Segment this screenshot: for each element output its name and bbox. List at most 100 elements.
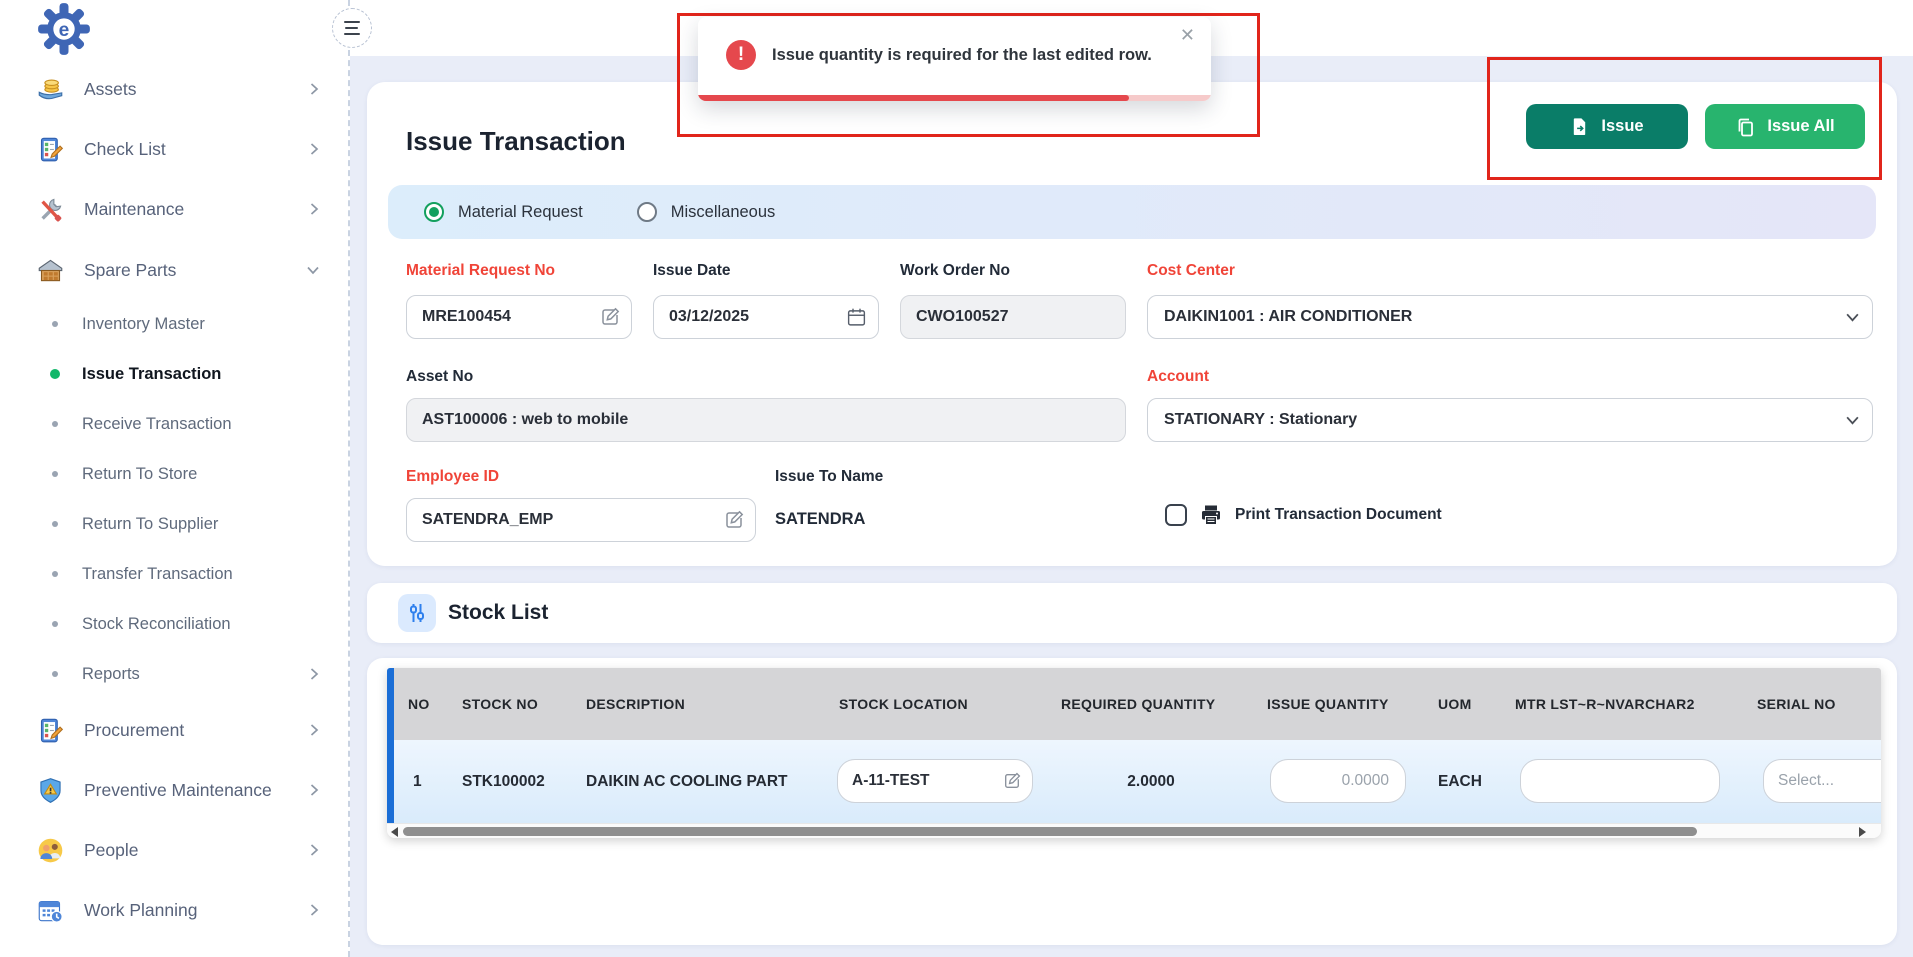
svg-text:e: e xyxy=(59,20,70,41)
sidebar-item-inventory-master[interactable]: Inventory Master xyxy=(0,299,348,349)
sidebar-item-label: Spare Parts xyxy=(84,260,176,281)
issue-to-name-label: Issue To Name xyxy=(775,468,883,486)
table-row: 1 STK100002 DAIKIN AC COOLING PART 2.000… xyxy=(387,740,1881,823)
issue-to-name-value: SATENDRA xyxy=(775,510,865,529)
issue-date-label: Issue Date xyxy=(653,262,731,280)
chevron-down-icon xyxy=(306,264,320,276)
active-dot-icon xyxy=(50,369,60,379)
error-icon: ! xyxy=(726,40,756,70)
mtr-lst-input[interactable] xyxy=(1520,759,1720,803)
cell-required-quantity: 2.0000 xyxy=(1061,740,1241,823)
issue-button[interactable]: Issue xyxy=(1526,104,1688,149)
chevron-right-icon xyxy=(308,142,320,156)
work-order-no-field xyxy=(900,295,1126,339)
calendar-icon[interactable] xyxy=(846,307,867,328)
serial-no-select[interactable] xyxy=(1763,759,1881,803)
scroll-left-arrow[interactable] xyxy=(391,827,398,837)
calendar-clock-icon xyxy=(37,897,64,924)
sidebar-item-people[interactable]: People xyxy=(0,820,348,880)
sidebar-item-spare-parts[interactable]: Spare Parts xyxy=(0,240,348,300)
sidebar-item-stock-reconciliation[interactable]: Stock Reconciliation xyxy=(0,599,348,649)
transaction-type-bar: Material Request Miscellaneous xyxy=(388,185,1876,239)
error-toast: ! Issue quantity is required for the las… xyxy=(698,17,1211,101)
sidebar-item-label: People xyxy=(84,840,139,861)
cell-description: DAIKIN AC COOLING PART xyxy=(586,740,788,823)
miscellaneous-radio[interactable] xyxy=(637,202,657,222)
sidebar-item-partial[interactable] xyxy=(0,940,348,957)
spare-parts-icon xyxy=(37,257,64,284)
issue-quantity-input[interactable] xyxy=(1270,759,1406,803)
edit-icon[interactable] xyxy=(600,307,620,327)
account-label: Account xyxy=(1147,368,1209,386)
material-request-radio-label: Material Request xyxy=(458,203,583,222)
col-required-quantity: REQUIRED QUANTITY xyxy=(1061,668,1215,740)
toast-progress-fill xyxy=(698,95,1129,101)
issue-quantity-field xyxy=(1270,759,1406,803)
checklist-icon xyxy=(37,136,64,163)
sidebar-item-work-planning[interactable]: Work Planning xyxy=(0,880,348,940)
issue-date-field xyxy=(653,295,879,339)
col-issue-quantity: ISSUE QUANTITY xyxy=(1267,668,1389,740)
sidebar-item-check-list[interactable]: Check List xyxy=(0,119,348,179)
chevron-right-icon xyxy=(308,843,320,857)
sidebar-item-return-to-store[interactable]: Return To Store xyxy=(0,449,348,499)
bullet-icon xyxy=(52,421,58,427)
bullet-icon xyxy=(52,571,58,577)
cost-center-select[interactable]: DAIKIN1001 : AIR CONDITIONER xyxy=(1147,295,1873,339)
cost-center-label: Cost Center xyxy=(1147,262,1235,280)
bullet-icon xyxy=(52,521,58,527)
scrollbar-thumb[interactable] xyxy=(403,827,1697,836)
sidebar-item-transfer-transaction[interactable]: Transfer Transaction xyxy=(0,549,348,599)
sidebar-item-label: Work Planning xyxy=(84,900,198,921)
cost-center-value: DAIKIN1001 : AIR CONDITIONER xyxy=(1164,308,1412,326)
sidebar-item-procurement[interactable]: Procurement xyxy=(0,700,348,760)
edit-icon[interactable] xyxy=(1003,772,1021,790)
chevron-right-icon xyxy=(308,82,320,96)
sidebar-item-label: Maintenance xyxy=(84,199,184,220)
stock-table: NO STOCK NO DESCRIPTION STOCK LOCATION R… xyxy=(387,668,1881,838)
people-icon xyxy=(37,837,64,864)
col-mtr-lst: MTR LST~R~NVARCHAR2 xyxy=(1515,668,1695,740)
employee-id-field xyxy=(406,498,756,542)
toast-close-icon[interactable]: ✕ xyxy=(1180,25,1195,46)
employee-id-input[interactable] xyxy=(406,498,756,542)
chevron-right-icon xyxy=(308,783,320,797)
asset-no-input xyxy=(406,398,1126,442)
sidebar-item-reports[interactable]: Reports xyxy=(0,649,348,699)
col-stock-location: STOCK LOCATION xyxy=(839,668,968,740)
sidebar-item-assets[interactable]: Assets xyxy=(0,59,348,119)
printer-icon xyxy=(1199,503,1223,527)
issue-all-button[interactable]: Issue All xyxy=(1705,104,1865,149)
scroll-right-arrow[interactable] xyxy=(1859,827,1866,837)
bullet-icon xyxy=(52,321,58,327)
bullet-icon xyxy=(52,621,58,627)
col-uom: UOM xyxy=(1438,668,1472,740)
material-request-no-input[interactable] xyxy=(406,295,632,339)
sidebar-toggle-button[interactable] xyxy=(332,8,372,48)
sidebar-item-maintenance[interactable]: Maintenance xyxy=(0,179,348,239)
stock-location-field xyxy=(837,759,1033,803)
material-request-no-field xyxy=(406,295,632,339)
chevron-right-icon xyxy=(308,903,320,917)
toast-progress-track xyxy=(698,95,1211,101)
assets-icon xyxy=(37,76,64,103)
sidebar-item-return-to-supplier[interactable]: Return To Supplier xyxy=(0,499,348,549)
copy-documents-icon xyxy=(1735,117,1755,137)
sidebar-item-issue-transaction[interactable]: Issue Transaction xyxy=(0,349,348,399)
app-logo: e xyxy=(37,2,91,56)
document-arrow-icon xyxy=(1570,117,1589,136)
account-select[interactable]: STATIONARY : Stationary xyxy=(1147,398,1873,442)
cell-uom: EACH xyxy=(1438,740,1482,823)
material-request-radio[interactable] xyxy=(424,202,444,222)
edit-icon[interactable] xyxy=(724,510,744,530)
print-transaction-document-checkbox[interactable] xyxy=(1165,504,1187,526)
shield-warning-icon xyxy=(37,777,64,804)
sidebar-item-label: Check List xyxy=(84,139,166,160)
sidebar-item-preventive-maintenance[interactable]: Preventive Maintenance xyxy=(0,760,348,820)
bullet-icon xyxy=(52,471,58,477)
cell-no: 1 xyxy=(413,740,422,823)
cell-stock-no: STK100002 xyxy=(462,740,545,823)
col-serial-no: SERIAL NO xyxy=(1757,668,1836,740)
sidebar-item-label: Assets xyxy=(84,79,137,100)
sidebar-item-receive-transaction[interactable]: Receive Transaction xyxy=(0,399,348,449)
